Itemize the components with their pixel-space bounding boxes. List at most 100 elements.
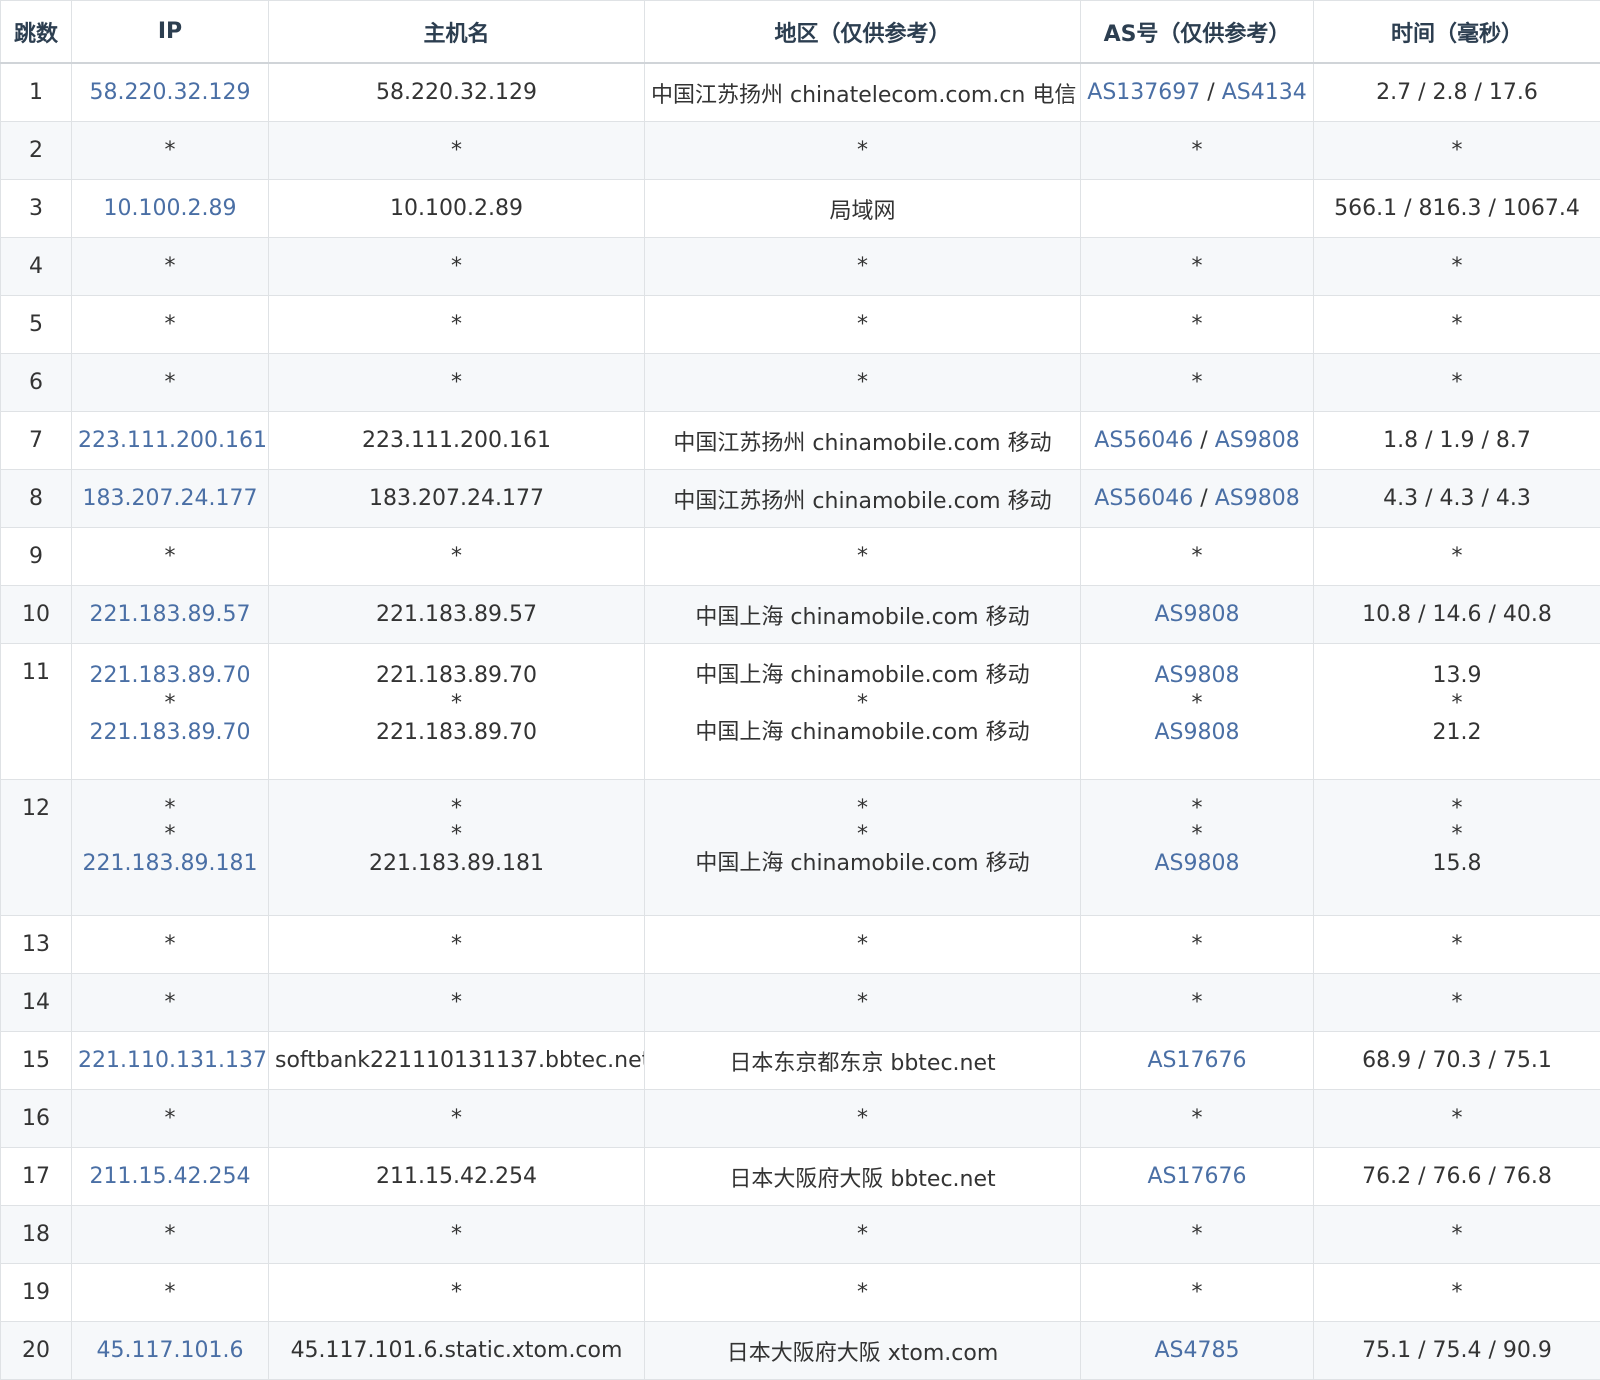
time-cell: 4.3 / 4.3 / 4.3	[1314, 470, 1600, 528]
host-line: 221.183.89.181	[275, 848, 638, 879]
as-link[interactable]: AS17676	[1148, 1164, 1247, 1189]
host-cell: 221.183.89.70 * 221.183.89.70	[269, 644, 645, 780]
ip-cell: *	[72, 238, 269, 296]
region-cell: * * 中国上海 chinamobile.com 移动	[645, 780, 1081, 916]
table-row: 15 221.110.131.137 softbank221110131137.…	[1, 1032, 1600, 1090]
as-link[interactable]: AS9808	[1154, 720, 1239, 745]
as-link[interactable]: AS4134	[1222, 80, 1307, 105]
ip-cell: 10.100.2.89	[72, 180, 269, 238]
time-line: 15.8	[1320, 848, 1594, 879]
as-link[interactable]: AS9808	[1154, 663, 1239, 688]
region-cell: 日本大阪府大阪 xtom.com	[645, 1322, 1081, 1380]
table-row: 2 * * * * *	[1, 122, 1600, 180]
region-cell: 中国上海 chinamobile.com 移动 * 中国上海 chinamobi…	[645, 644, 1081, 780]
as-cell: AS9808 * AS9808	[1081, 644, 1314, 780]
traceroute-table: 跳数 IP 主机名 地区（仅供参考） AS号（仅供参考） 时间（毫秒） 1 58…	[0, 0, 1600, 1380]
table-row: 18 * * * * *	[1, 1206, 1600, 1264]
as-separator: /	[1193, 486, 1214, 511]
as-cell: *	[1081, 1090, 1314, 1148]
region-cell: *	[645, 974, 1081, 1032]
hop-cell: 15	[1, 1032, 72, 1090]
ip-link[interactable]: 221.183.89.57	[90, 602, 251, 627]
host-cell: *	[269, 1206, 645, 1264]
region-cell: *	[645, 238, 1081, 296]
ip-link[interactable]: 221.183.89.181	[83, 851, 258, 876]
host-star: *	[275, 822, 638, 848]
as-star: *	[1087, 691, 1307, 717]
time-cell: 68.9 / 70.3 / 75.1	[1314, 1032, 1600, 1090]
table-row: 9 * * * * *	[1, 528, 1600, 586]
table-row: 1 58.220.32.129 58.220.32.129 中国江苏扬州 chi…	[1, 63, 1600, 122]
as-link[interactable]: AS9808	[1215, 428, 1300, 453]
ip-link[interactable]: 221.183.89.70	[90, 663, 251, 688]
table-row: 17 211.15.42.254 211.15.42.254 日本大阪府大阪 b…	[1, 1148, 1600, 1206]
as-link[interactable]: AS9808	[1215, 486, 1300, 511]
ip-cell: *	[72, 974, 269, 1032]
ip-link[interactable]: 58.220.32.129	[90, 80, 251, 105]
as-link[interactable]: AS17676	[1148, 1048, 1247, 1073]
region-cell: 中国江苏扬州 chinatelecom.com.cn 电信	[645, 63, 1081, 122]
hop-cell: 9	[1, 528, 72, 586]
as-link[interactable]: AS137697	[1087, 80, 1200, 105]
table-row: 7 223.111.200.161 223.111.200.161 中国江苏扬州…	[1, 412, 1600, 470]
as-link[interactable]: AS56046	[1094, 428, 1193, 453]
ip-cell: 221.110.131.137	[72, 1032, 269, 1090]
host-star: *	[275, 796, 638, 822]
as-link[interactable]: AS9808	[1154, 602, 1239, 627]
region-cell: *	[645, 122, 1081, 180]
hop-cell: 6	[1, 354, 72, 412]
host-cell: * * 221.183.89.181	[269, 780, 645, 916]
as-cell: *	[1081, 122, 1314, 180]
region-cell: 日本大阪府大阪 bbtec.net	[645, 1148, 1081, 1206]
hop-cell: 1	[1, 63, 72, 122]
time-cell: *	[1314, 528, 1600, 586]
ip-link[interactable]: 223.111.200.161	[78, 428, 267, 453]
ip-link[interactable]: 10.100.2.89	[104, 196, 237, 221]
as-link[interactable]: AS56046	[1094, 486, 1193, 511]
hop-cell: 12	[1, 780, 72, 916]
host-cell: 183.207.24.177	[269, 470, 645, 528]
as-link[interactable]: AS9808	[1154, 851, 1239, 876]
ip-link[interactable]: 183.207.24.177	[83, 486, 258, 511]
as-link[interactable]: AS4785	[1154, 1338, 1239, 1363]
hop-cell: 2	[1, 122, 72, 180]
host-cell: *	[269, 122, 645, 180]
ip-link[interactable]: 45.117.101.6	[97, 1338, 244, 1363]
as-cell: *	[1081, 974, 1314, 1032]
header-host: 主机名	[269, 1, 645, 64]
region-cell: 局域网	[645, 180, 1081, 238]
region-star: *	[651, 822, 1074, 848]
region-line: 中国上海 chinamobile.com 移动	[651, 660, 1074, 691]
ip-link[interactable]: 221.110.131.137	[78, 1048, 267, 1073]
header-time: 时间（毫秒）	[1314, 1, 1600, 64]
time-cell: *	[1314, 1206, 1600, 1264]
region-cell: 中国江苏扬州 chinamobile.com 移动	[645, 412, 1081, 470]
ip-cell: *	[72, 916, 269, 974]
host-cell: 211.15.42.254	[269, 1148, 645, 1206]
ip-cell: *	[72, 1090, 269, 1148]
ip-cell: 211.15.42.254	[72, 1148, 269, 1206]
ip-cell: 221.183.89.57	[72, 586, 269, 644]
time-line: 13.9	[1320, 660, 1594, 691]
table-body: 1 58.220.32.129 58.220.32.129 中国江苏扬州 chi…	[1, 63, 1600, 1380]
host-cell: *	[269, 238, 645, 296]
as-cell: *	[1081, 1264, 1314, 1322]
region-cell: *	[645, 528, 1081, 586]
as-separator: /	[1200, 80, 1221, 105]
host-cell: 45.117.101.6.static.xtom.com	[269, 1322, 645, 1380]
time-cell: 76.2 / 76.6 / 76.8	[1314, 1148, 1600, 1206]
table-row: 20 45.117.101.6 45.117.101.6.static.xtom…	[1, 1322, 1600, 1380]
table-row: 3 10.100.2.89 10.100.2.89 局域网 566.1 / 81…	[1, 180, 1600, 238]
hop-cell: 20	[1, 1322, 72, 1380]
as-cell: *	[1081, 354, 1314, 412]
ip-link[interactable]: 221.183.89.70	[90, 720, 251, 745]
ip-cell: *	[72, 122, 269, 180]
ip-link[interactable]: 211.15.42.254	[90, 1164, 251, 1189]
ip-cell: *	[72, 1264, 269, 1322]
host-cell: *	[269, 354, 645, 412]
host-cell: softbank221110131137.bbtec.net	[269, 1032, 645, 1090]
header-ip: IP	[72, 1, 269, 64]
hop-cell: 4	[1, 238, 72, 296]
as-cell: AS56046 / AS9808	[1081, 412, 1314, 470]
time-star: *	[1320, 796, 1594, 822]
